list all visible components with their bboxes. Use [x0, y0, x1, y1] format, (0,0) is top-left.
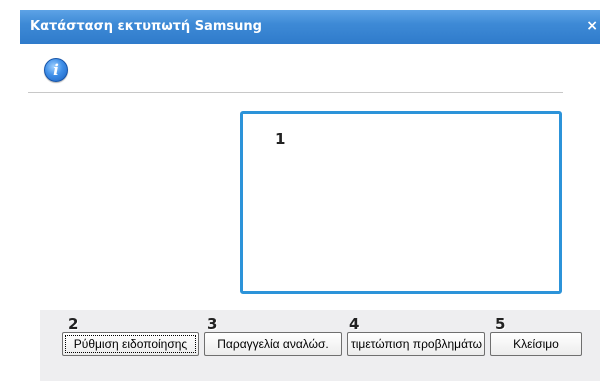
callout-5: 5	[495, 315, 506, 333]
info-icon: i	[44, 58, 68, 82]
callout-1: 1	[275, 130, 286, 148]
notification-settings-button[interactable]: Ρύθμιση ειδοποίησης	[62, 332, 199, 356]
divider	[28, 92, 563, 93]
close-icon[interactable]: ×	[586, 18, 598, 34]
info-glyph: i	[53, 61, 59, 79]
status-message-box	[240, 111, 562, 294]
close-button[interactable]: Κλείσιμο	[490, 332, 582, 356]
title-bar[interactable]: Κατάσταση εκτυπωτή Samsung ×	[20, 10, 600, 44]
window-title: Κατάσταση εκτυπωτή Samsung	[30, 19, 262, 34]
order-supplies-button[interactable]: Παραγγελία αναλώσ.	[204, 332, 342, 356]
callout-3: 3	[207, 315, 218, 333]
callout-4: 4	[349, 315, 360, 333]
callout-2: 2	[68, 315, 79, 333]
troubleshooting-button[interactable]: τιμετώπιση προβλημάτω	[347, 332, 485, 356]
